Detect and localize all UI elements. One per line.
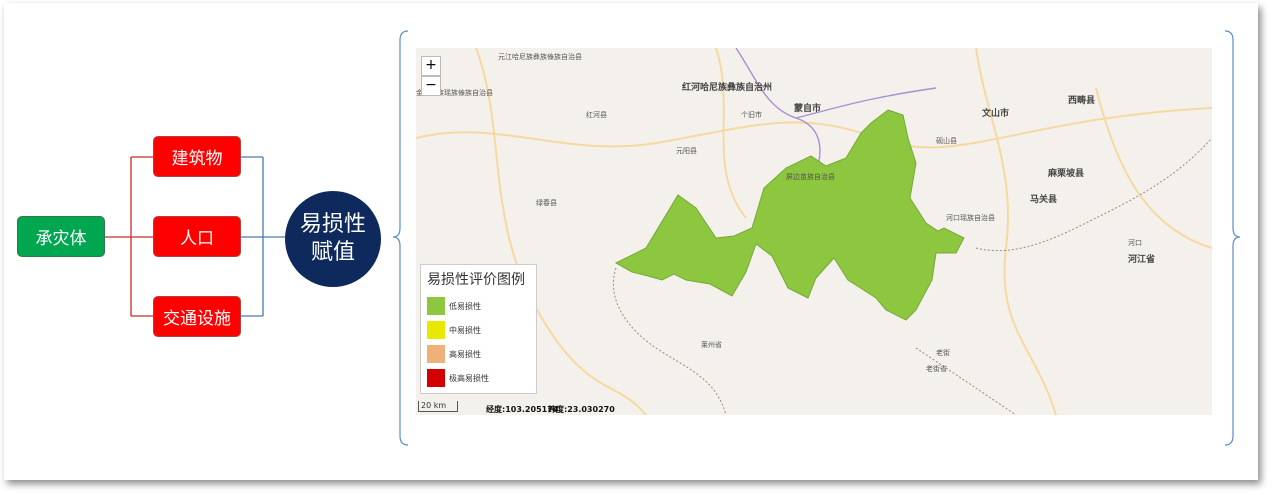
legend-label: 高易损性 [449, 349, 481, 359]
legend-label: 低易损性 [449, 301, 481, 311]
legend-swatch [427, 321, 445, 339]
legend-swatch [427, 345, 445, 363]
map-label: 蒙自市 [794, 104, 822, 114]
map-label: 老街 [936, 349, 950, 357]
map-label: 麻栗坡县 [1048, 169, 1085, 179]
map-label: 河江省 [1128, 255, 1156, 265]
map-legend: 易损性评价图例 低易损性 中易损性 高易损性 极高易损性 [420, 264, 537, 394]
map-label: 绿春县 [536, 199, 557, 207]
zoom-in-button[interactable]: + [421, 56, 441, 76]
latitude-readout: 纬度:23.030270 [548, 405, 615, 414]
zoom-out-button[interactable]: − [421, 76, 441, 96]
child-node-population: 人口 [153, 216, 241, 257]
map-label: 红河哈尼族彝族自治州 [682, 83, 773, 93]
map-label: 老街省 [926, 365, 947, 373]
legend-label: 中易损性 [449, 325, 481, 335]
map-label: 西畴县 [1068, 96, 1096, 106]
map-scale-bar: 20 km [418, 401, 458, 412]
map-label: 元江哈尼族彝族傣族自治县 [498, 53, 582, 61]
child-node-transport: 交通设施 [153, 296, 241, 337]
map-label: 河口瑶族自治县 [946, 214, 995, 222]
map-label: 砚山县 [936, 137, 957, 145]
legend-swatch [427, 297, 445, 315]
legend-item-very-high: 极高易损性 [427, 366, 530, 390]
map-label: 屏边苗族自治县 [786, 173, 835, 181]
legend-label: 极高易损性 [449, 373, 489, 383]
hub-node-vulnerability-assignment: 易损性赋值 [285, 191, 381, 287]
map-label: 元阳县 [676, 147, 697, 155]
root-node-disaster-bearing-body: 承灾体 [17, 216, 105, 257]
map-label: 河口 [1128, 239, 1142, 247]
legend-swatch [427, 369, 445, 387]
legend-item-medium: 中易损性 [427, 318, 530, 342]
legend-item-high: 高易损性 [427, 342, 530, 366]
map-label: 红河县 [586, 111, 607, 119]
legend-item-low: 低易损性 [427, 294, 530, 318]
child-node-buildings: 建筑物 [153, 136, 241, 177]
map-label: 马关县 [1030, 195, 1058, 205]
legend-title: 易损性评价图例 [427, 272, 525, 288]
map-label: 个旧市 [741, 111, 762, 119]
map-label: 文山市 [982, 109, 1010, 119]
map-label: 莱州省 [701, 341, 722, 349]
